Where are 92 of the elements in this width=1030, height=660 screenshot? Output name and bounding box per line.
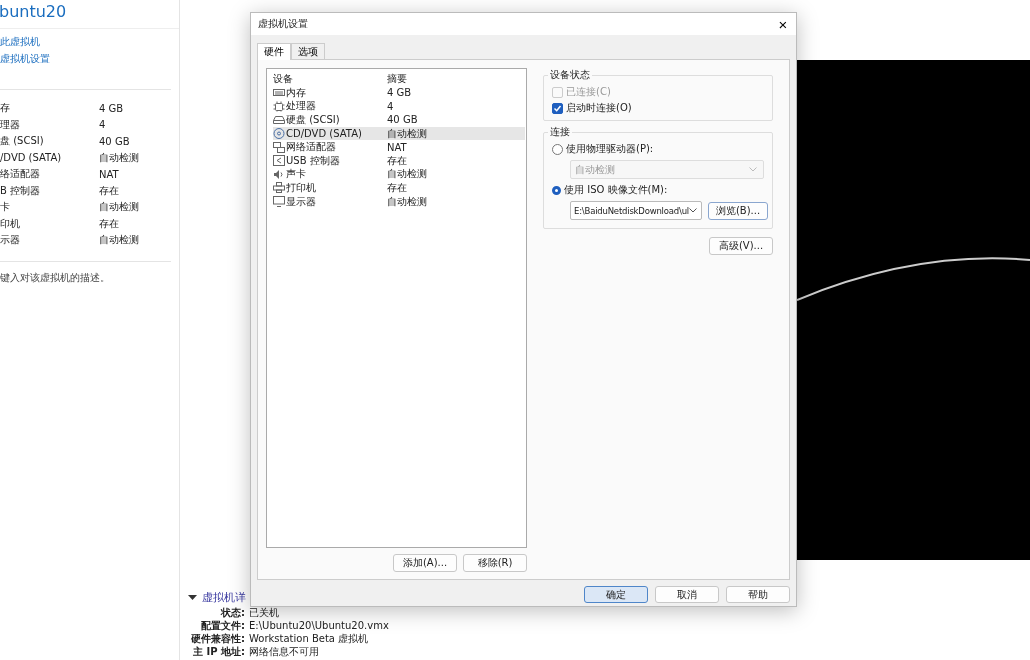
device-row[interactable]: 显示器 自动检测 — [273, 194, 525, 209]
device-value: NAT — [99, 168, 119, 180]
action-link[interactable]: 此虚拟机 — [0, 35, 40, 49]
device-summary: 4 GB — [387, 87, 412, 99]
detail-label: 主 IP 地址: — [192, 644, 246, 659]
device-name: 盘 (SCSI) — [0, 134, 45, 149]
usb-icon — [273, 155, 285, 167]
device-name: 处理器 — [286, 99, 316, 114]
list-action-button[interactable]: 添加(A)... — [393, 554, 457, 572]
device-name: 打印机 — [286, 180, 316, 195]
device-name: 存 — [0, 101, 11, 116]
vm-title: buntu20 — [0, 0, 179, 29]
detail-value: Workstation Beta 虚拟机 — [249, 631, 369, 646]
dialog-button[interactable]: 确定 — [584, 586, 648, 603]
device-name: USB 控制器 — [286, 153, 340, 168]
device-row[interactable]: 打印机 存在 — [273, 181, 525, 195]
column-header: 设备 — [273, 72, 294, 86]
device-value: 4 GB — [99, 102, 124, 114]
device-summary: 自动检测 — [387, 167, 427, 182]
column-header: 摘要 — [387, 72, 407, 86]
device-name: CD/DVD (SATA) — [286, 128, 362, 140]
detail-value: 已关机 — [249, 605, 279, 620]
dialog-button[interactable]: 取消 — [655, 586, 719, 603]
device-name: 网络适配器 — [286, 140, 336, 155]
printer-icon — [273, 182, 285, 194]
close-button[interactable]: × — [770, 14, 796, 34]
radio-label: 使用物理驱动器(P): — [566, 142, 654, 156]
device-summary: 自动检测 — [387, 194, 427, 209]
description-text: 键入对该虚拟机的描述。 — [0, 270, 111, 285]
action-link[interactable]: 虚拟机设置 — [0, 52, 50, 66]
chevron-down-icon — [689, 208, 697, 213]
display-icon — [273, 196, 285, 208]
radio-button[interactable] — [552, 185, 561, 195]
device-name: 印机 — [0, 216, 21, 231]
details-heading[interactable]: 虚拟机详 — [202, 589, 246, 605]
detail-label: 状态: — [219, 605, 246, 620]
device-name: 示器 — [0, 233, 21, 248]
dialog-title: 虚拟机设置 — [258, 17, 308, 31]
device-row[interactable]: 声卡 自动检测 — [273, 167, 525, 182]
group-title: 设备状态 — [549, 68, 591, 82]
iso-path-combobox[interactable]: E:\BaiduNetdiskDownload\ul — [570, 201, 702, 220]
radio-button[interactable] — [552, 143, 563, 155]
device-summary: 4 — [387, 100, 394, 112]
device-value: 自动检测 — [99, 233, 139, 248]
detail-value: 网络信息不可用 — [249, 644, 319, 659]
advanced-button[interactable]: 高级(V)... — [709, 237, 773, 255]
device-name: 硬盘 (SCSI) — [286, 113, 340, 127]
tab[interactable]: 选项 — [291, 43, 325, 59]
memory-icon — [273, 87, 285, 99]
device-row[interactable]: 处理器 4 — [273, 99, 525, 114]
device-name: 络适配器 — [0, 167, 41, 182]
checkbox-label: 已连接(C) — [566, 85, 611, 99]
collapse-arrow-icon[interactable] — [188, 592, 197, 602]
detail-label: 配置文件: — [200, 618, 246, 633]
device-summary: 存在 — [387, 180, 407, 195]
device-row[interactable]: USB 控制器 存在 — [273, 153, 525, 168]
device-name: /DVD (SATA) — [0, 152, 63, 164]
device-name: 内存 — [286, 85, 306, 100]
device-value: 4 — [99, 119, 106, 131]
device-value: 自动检测 — [99, 150, 139, 165]
device-summary: 40 GB — [387, 114, 418, 126]
device-value: 40 GB — [99, 135, 130, 147]
detail-label: 硬件兼容性: — [190, 631, 246, 646]
device-summary: 自动检测 — [387, 126, 427, 141]
device-name: 声卡 — [286, 167, 306, 182]
browse-button[interactable]: 浏览(B)... — [708, 201, 768, 220]
group-title: 连接 — [549, 125, 571, 139]
chevron-down-icon — [749, 167, 757, 172]
device-summary: NAT — [387, 141, 407, 153]
checkbox-label: 启动时连接(O) — [566, 101, 632, 115]
device-row[interactable]: 网络适配器 NAT — [273, 140, 525, 154]
device-row[interactable]: 硬盘 (SCSI) 40 GB — [273, 113, 525, 127]
device-name: 卡 — [0, 200, 11, 215]
sound-icon — [273, 168, 285, 180]
radio-label: 使用 ISO 映像文件(M): — [564, 183, 668, 197]
device-row[interactable]: CD/DVD (SATA) 自动检测 — [273, 126, 525, 141]
cdrom-icon — [273, 128, 285, 140]
tab[interactable]: 硬件 — [257, 43, 291, 60]
device-value: 存在 — [99, 216, 119, 231]
device-name: B 控制器 — [0, 183, 42, 198]
detail-value: E:\Ubuntu20\Ubuntu20.vmx — [249, 620, 389, 631]
cpu-icon — [273, 100, 285, 112]
device-summary: 存在 — [387, 153, 407, 168]
device-name: 理器 — [0, 117, 21, 132]
checkbox[interactable] — [552, 102, 563, 114]
dialog-button[interactable]: 帮助 — [726, 586, 790, 603]
network-icon — [273, 141, 285, 153]
device-value: 自动检测 — [99, 200, 139, 215]
list-action-button[interactable]: 移除(R) — [463, 554, 527, 572]
device-value: 存在 — [99, 183, 119, 198]
device-name: 显示器 — [286, 194, 316, 209]
device-row[interactable]: 内存 4 GB — [273, 86, 525, 100]
